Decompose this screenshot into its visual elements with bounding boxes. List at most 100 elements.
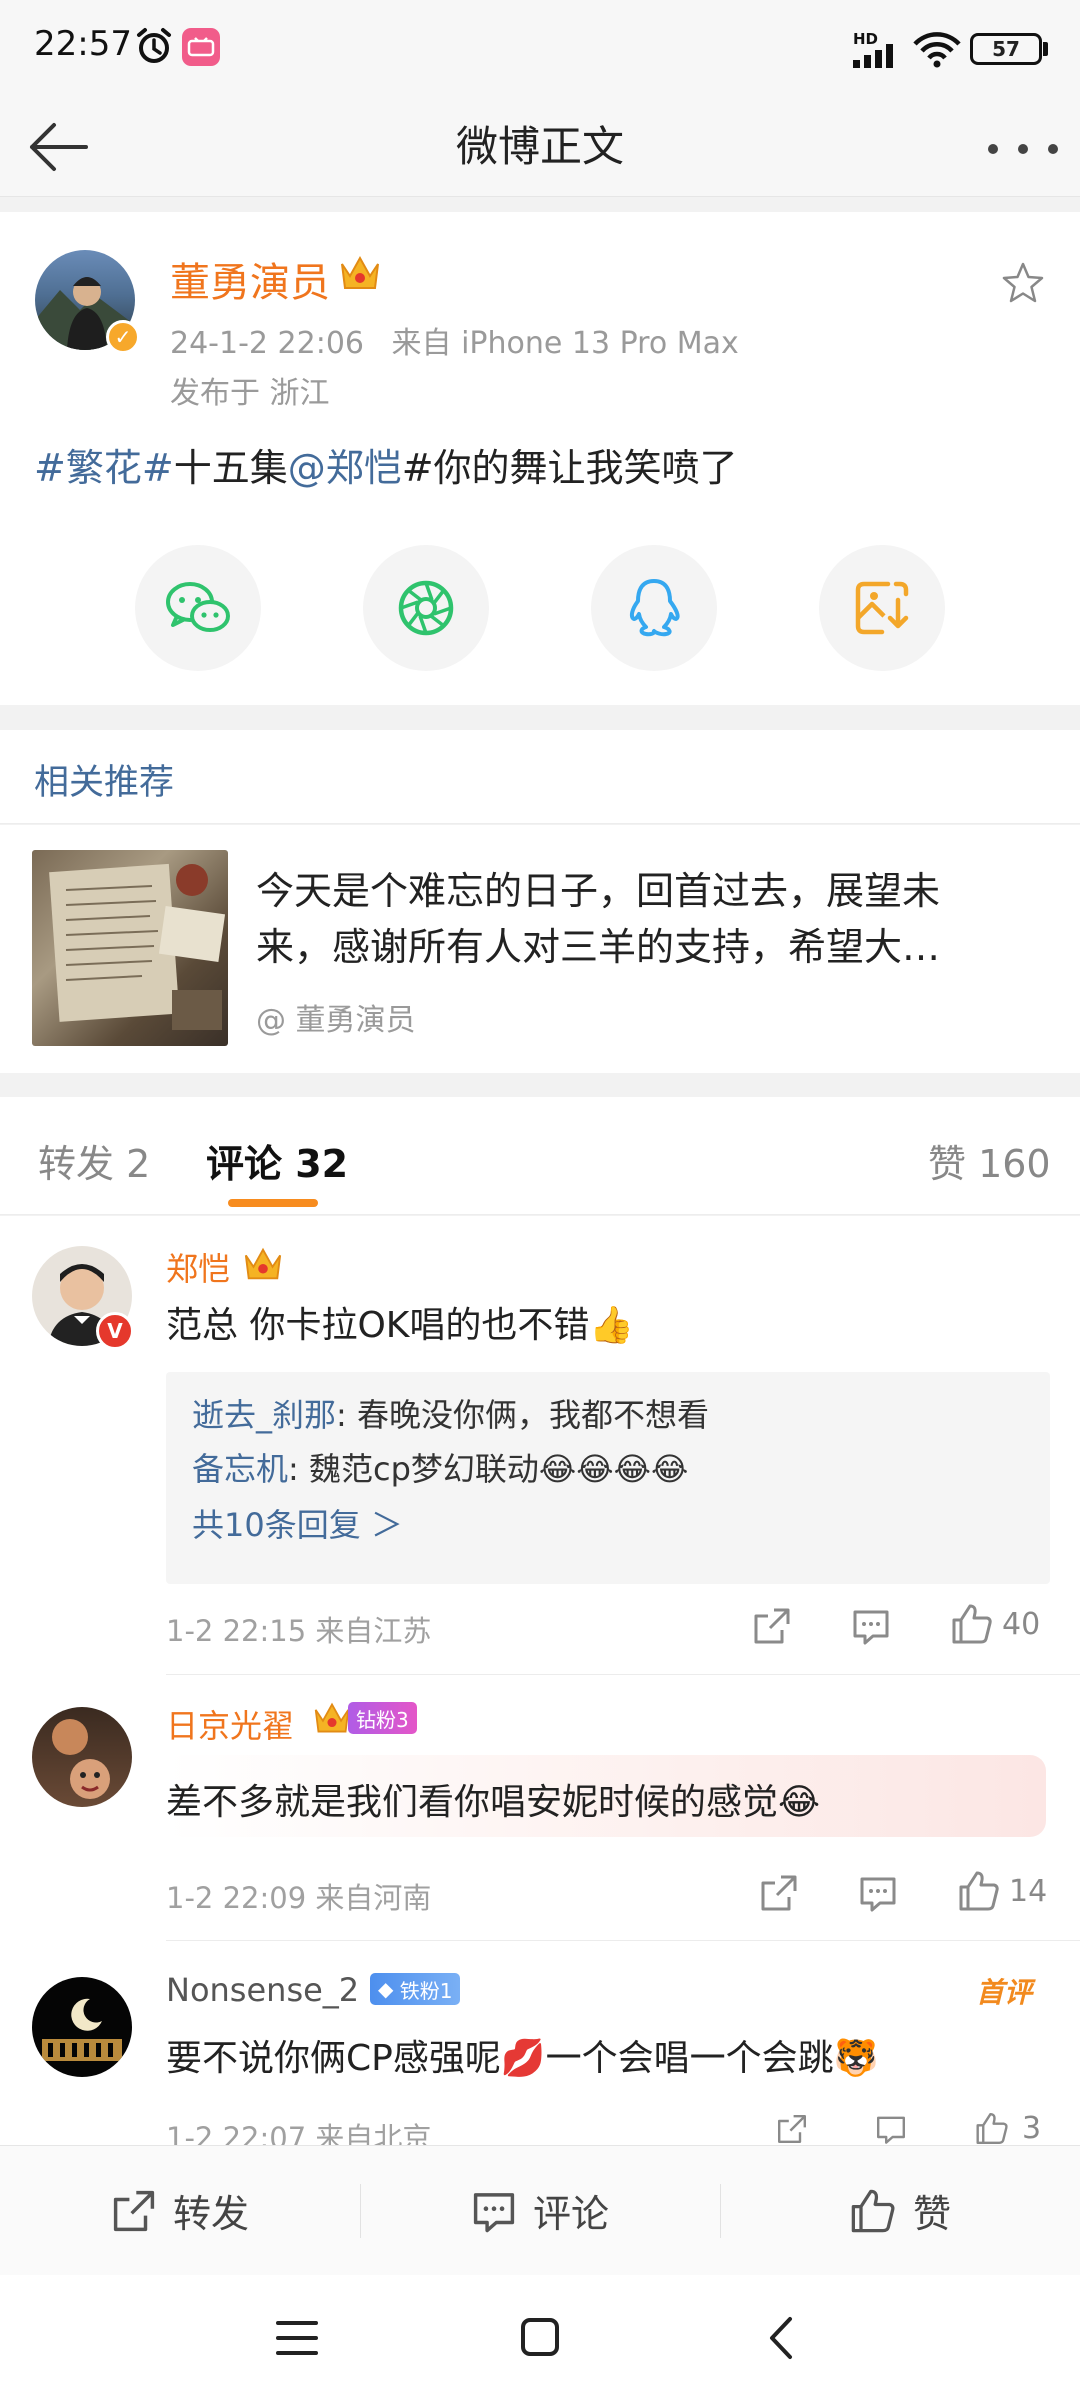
share-wechat-button[interactable] (135, 545, 261, 671)
comment-author[interactable]: 日京光翟 (166, 1701, 294, 1747)
like-count: 3 (1022, 2111, 1042, 2146)
post-text-plain-2: #你的舞让我笑喷了 (401, 446, 738, 490)
related-title: 相关推荐 (34, 763, 175, 803)
comment-text: 差不多就是我们看你唱安妮时候的感觉😂 (166, 1782, 821, 1823)
comment-bubble-icon (853, 1610, 889, 1645)
comment-avatar[interactable] (32, 1977, 132, 2077)
bottom-action-bar: 转发 评论 赞 (0, 2145, 1080, 2275)
comment-like-button[interactable]: 40 (950, 1602, 1040, 1646)
post-card: ✓ 董勇演员 24-1-2 22:06 来自 iPhone 13 Pro Max… (0, 212, 1080, 705)
post-location: 发布于 浙江 (170, 376, 330, 411)
related-thumbnail (32, 850, 228, 1046)
wechat-icon (166, 582, 230, 632)
comment-reply-button[interactable] (851, 1606, 891, 1646)
post-source: 来自 iPhone 13 Pro Max (391, 326, 739, 361)
post-text: #繁花#十五集@郑恺#你的舞让我笑喷了 (34, 437, 738, 492)
save-image-button[interactable] (819, 545, 945, 671)
post-text-plain: 十五集 (173, 446, 288, 490)
tab-comment[interactable]: 评论 32 (206, 1133, 348, 1188)
reply-box[interactable]: 逝去_刹那: 春晚没你俩，我都不想看 备忘机: 魏范cp梦幻联动😂😂😂😂 共10… (166, 1372, 1050, 1584)
tab-like[interactable]: 赞 160 (928, 1133, 1051, 1188)
comment-item: Nonsense_2 ◆ 铁粉1 首评 要不说你俩CP感强呢💋一个会唱一个会跳🐯… (0, 1941, 1080, 2155)
active-tab-indicator (228, 1199, 318, 1207)
more-replies-link[interactable]: 共10条回复 ＞ (192, 1500, 403, 1546)
menu-button[interactable] (276, 2319, 318, 2357)
like-count: 14 (1009, 1873, 1048, 1909)
crown-badge-icon (338, 252, 382, 294)
thumbs-up-icon (851, 2189, 895, 2232)
favorite-star-button[interactable] (1000, 260, 1046, 306)
repost-label: 转发 (172, 2192, 249, 2236)
status-time: 22:57 (34, 24, 132, 64)
fan-level-text: 铁粉1 (399, 1978, 453, 2003)
system-navigation-bar (0, 2275, 1080, 2401)
star-icon (1002, 262, 1044, 303)
comment-like-button[interactable]: 14 (957, 1869, 1047, 1913)
more-button[interactable] (988, 131, 1058, 167)
tab-repost[interactable]: 转发 2 (38, 1133, 150, 1188)
reply-user[interactable]: 备忘机 (192, 1450, 288, 1488)
wifi-icon (912, 32, 962, 68)
comment-author[interactable]: Nonsense_2 (166, 1971, 359, 2009)
menu-icon (276, 2321, 318, 2355)
comment-author[interactable]: 郑恺 (166, 1244, 230, 1290)
comment-item: 日京光翟 钻粉3 差不多就是我们看你唱安妮时候的感觉😂 1-2 22:09 来自… (0, 1675, 1080, 1940)
post-time: 24-1-2 22:06 (170, 326, 364, 361)
like-button[interactable]: 赞 (720, 2146, 1080, 2275)
related-author[interactable]: @ 董勇演员 (256, 995, 416, 1039)
thumbs-up-icon (976, 2112, 1008, 2145)
back-chevron-icon (770, 2317, 792, 2359)
comment-list: V 郑恺 范总 你卡拉OK唱的也不错👍 逝去_刹那: 春晚没你俩，我都不想看 备… (0, 1216, 1080, 2155)
comment-meta: 1-2 22:15 来自江苏 (166, 1614, 432, 1648)
back-nav-button[interactable] (766, 2315, 796, 2361)
repost-icon (761, 1875, 797, 1911)
first-comment-tag: 首评 (976, 1976, 1033, 2009)
home-square-icon (521, 2318, 559, 2356)
mention-link[interactable]: @郑恺 (288, 446, 402, 490)
like-count: 40 (1002, 1606, 1041, 1642)
alarm-icon (134, 26, 174, 66)
home-button[interactable] (520, 2317, 560, 2357)
comment-avatar[interactable] (32, 1707, 132, 1807)
repost-icon (778, 2115, 806, 2143)
comment-button[interactable]: 评论 (360, 2146, 720, 2275)
fan-level-badge: ◆ 铁粉1 (370, 1973, 461, 2005)
reply-text: : 春晚没你俩，我都不想看 (336, 1396, 709, 1434)
comment-reply-button[interactable] (871, 2113, 911, 2145)
reply-user[interactable]: 逝去_刹那 (192, 1396, 336, 1434)
related-text-line1: 今天是个难忘的日子，回首过去，展望未 (256, 869, 941, 913)
comment-reply-button[interactable] (858, 1873, 898, 1913)
crown-badge-icon (314, 1702, 350, 1733)
like-label: 赞 (912, 2192, 951, 2236)
interaction-tabs: 转发 2 评论 32 赞 160 (0, 1097, 1080, 1215)
comment-repost-button[interactable] (759, 1873, 799, 1913)
share-moments-button[interactable] (363, 545, 489, 671)
author-name[interactable]: 董勇演员 (170, 250, 330, 308)
signal-icon (853, 44, 901, 68)
comment-bubble-icon (877, 2116, 905, 2144)
related-post-item[interactable]: 今天是个难忘的日子，回首过去，展望未 来，感谢所有人对三羊的支持，希望大… @ … (0, 825, 1080, 1073)
fan-badge: ◆ 铁粉1 (370, 1973, 461, 2005)
fan-badge: 钻粉3 (312, 1699, 417, 1737)
reply-item: 备忘机: 魏范cp梦幻联动😂😂😂😂 (192, 1444, 688, 1490)
comment-text: 要不说你俩CP感强呢💋一个会唱一个会跳🐯 (166, 2038, 879, 2079)
nav-bar: 微博正文 (0, 95, 1080, 197)
battery-tip (1043, 42, 1048, 56)
related-text-line2: 来，感谢所有人对三羊的支持，希望大… (256, 925, 941, 969)
comment-item: V 郑恺 范总 你卡拉OK唱的也不错👍 逝去_刹那: 春晚没你俩，我都不想看 备… (0, 1216, 1080, 1674)
comment-like-button[interactable]: 3 (970, 2111, 1041, 2146)
comment-repost-button[interactable] (752, 1606, 792, 1646)
repost-icon (754, 1608, 790, 1644)
moments-icon (398, 580, 454, 636)
related-header: 相关推荐 (0, 730, 1080, 824)
qq-icon (629, 579, 680, 637)
verified-red-badge-icon: V (96, 1312, 134, 1350)
fan-level-badge: 钻粉3 (348, 1702, 417, 1734)
comment-repost-button[interactable] (772, 2113, 812, 2145)
bilibili-app-icon (182, 28, 220, 66)
post-meta: 24-1-2 22:06 来自 iPhone 13 Pro Max (170, 318, 739, 362)
share-qq-button[interactable] (591, 545, 717, 671)
repost-button[interactable]: 转发 (0, 2146, 360, 2275)
thumbs-up-icon (959, 1871, 999, 1911)
topic-link[interactable]: #繁花# (34, 446, 174, 490)
